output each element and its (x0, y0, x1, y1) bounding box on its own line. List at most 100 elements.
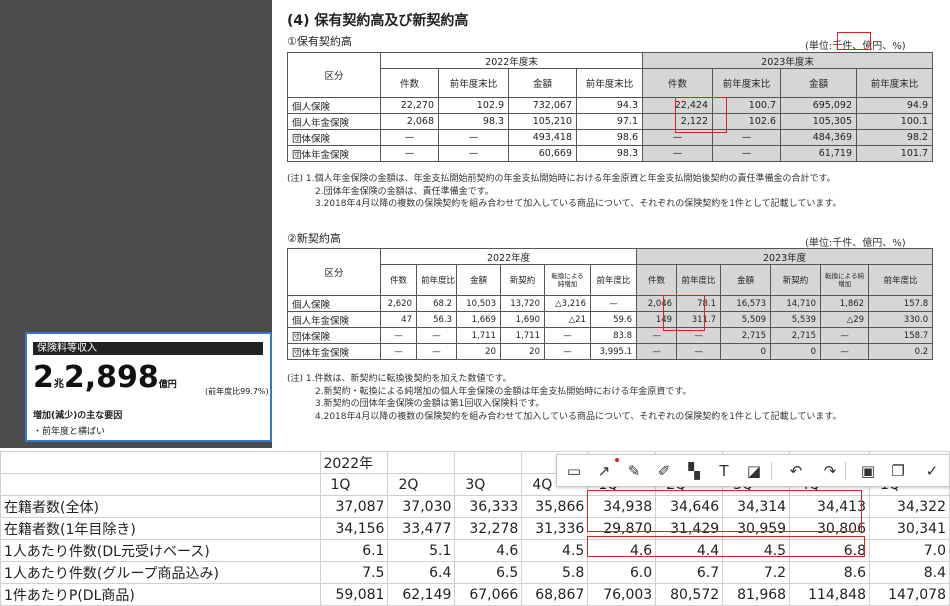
table-cell: 157.8 (868, 295, 934, 312)
value-cell[interactable]: 76,003 (587, 583, 657, 606)
table-cell: — (380, 327, 417, 344)
value-cell[interactable]: 81,968 (722, 583, 791, 606)
table-row: 1人あたり件数(DL元受けベース) 6.1 5.1 4.6 4.5 4.6 4.4 4.5 6.… (0, 539, 950, 562)
sheet-cell[interactable] (387, 451, 456, 474)
value-cell[interactable]: 6.7 (655, 561, 724, 584)
value-cell[interactable]: 34,646 (655, 495, 724, 518)
value-cell[interactable]: 67,066 (454, 583, 523, 606)
table-cell: 56.3 (416, 311, 457, 328)
save-icon[interactable]: ▣ (857, 460, 879, 482)
column-header: 前年度比 (868, 264, 934, 296)
value-cell[interactable]: 32,278 (454, 517, 523, 540)
value-cell[interactable]: 34,413 (789, 495, 870, 518)
sheet-cell[interactable] (454, 451, 523, 474)
value-cell[interactable]: 37,087 (319, 495, 389, 518)
copy-icon[interactable]: ❐ (887, 460, 909, 482)
quarter-cell[interactable]: 1Q (319, 473, 389, 496)
column-header: 件数 (636, 264, 678, 296)
table-cell: 5,509 (720, 311, 772, 328)
row-label-cell[interactable]: 1件あたりP(DL商品) (0, 583, 321, 606)
table-cell: — (636, 343, 678, 360)
value-cell[interactable]: 6.0 (587, 561, 657, 584)
value-cell[interactable]: 33,477 (387, 517, 456, 540)
eraser-icon[interactable]: ◪ (743, 460, 765, 482)
confirm-icon[interactable]: ✓ (921, 460, 943, 482)
table-cell: — (642, 129, 713, 146)
value-cell[interactable]: 59,081 (319, 583, 389, 606)
highlighter-icon[interactable]: ✐ (653, 460, 675, 482)
value-cell[interactable]: 30,806 (789, 517, 870, 540)
ratio-text: (前年度比99.7%) (205, 387, 269, 396)
value-cell[interactable]: 37,030 (387, 495, 456, 518)
value-cell[interactable]: 31,429 (655, 517, 724, 540)
value-cell[interactable]: 147,078 (869, 583, 950, 606)
column-header: 前年度末比 (856, 68, 933, 98)
value-cell[interactable]: 4.6 (454, 539, 523, 562)
value-cell[interactable]: 7.5 (319, 561, 389, 584)
value-cell[interactable]: 34,322 (869, 495, 950, 518)
row-label-cell[interactable]: 1人あたり件数(DL元受けベース) (0, 539, 321, 562)
table-cell: — (380, 343, 417, 360)
toolbar-separator (771, 462, 772, 480)
table-cell: 101.7 (856, 145, 933, 162)
quarter-cell[interactable]: 2Q (387, 473, 456, 496)
value-cell[interactable]: 6.1 (319, 539, 389, 562)
row-header: 区分 (287, 52, 381, 98)
value-cell[interactable]: 4.5 (521, 539, 589, 562)
value-cell[interactable]: 62,149 (387, 583, 456, 606)
value-cell[interactable]: 5.8 (521, 561, 589, 584)
select-rect-icon[interactable]: ▭ (563, 460, 585, 482)
amount-trillion-unit: 兆 (53, 379, 64, 390)
value-cell[interactable]: 34,314 (722, 495, 791, 518)
value-cell[interactable]: 29,870 (587, 517, 657, 540)
value-cell[interactable]: 114,848 (789, 583, 870, 606)
amount-unit: 億円 (158, 380, 177, 390)
value-cell[interactable]: 30,341 (869, 517, 950, 540)
redo-icon[interactable]: ↷ (819, 460, 841, 482)
value-cell[interactable]: 7.0 (869, 539, 950, 562)
value-cell[interactable]: 6.8 (789, 539, 870, 562)
year-cell[interactable]: 2022年 (319, 451, 389, 474)
value-cell[interactable]: 34,938 (587, 495, 657, 518)
value-cell[interactable]: 80,572 (655, 583, 724, 606)
value-cell[interactable]: 68,867 (521, 583, 589, 606)
curve-arrow-icon[interactable]: ↗ (593, 460, 615, 482)
sheet-cell[interactable] (0, 451, 321, 474)
quarter-cell[interactable]: 3Q (454, 473, 523, 496)
value-cell[interactable]: 5.1 (387, 539, 456, 562)
value-cell[interactable]: 4.5 (722, 539, 791, 562)
row-label: 個人保険 (287, 97, 381, 114)
row-label-cell[interactable]: 1人あたり件数(グループ商品込み) (0, 561, 321, 584)
table-cell: 94.3 (576, 97, 643, 114)
table-cell: 22,270 (380, 97, 439, 114)
value-cell[interactable]: 8.4 (869, 561, 950, 584)
row-label-cell[interactable]: 在籍者数(全体) (0, 495, 321, 518)
mosaic-icon[interactable]: ▚ (683, 460, 705, 482)
table-cell: 2,046 (636, 295, 678, 312)
value-cell[interactable]: 31,336 (521, 517, 589, 540)
value-cell[interactable]: 30,959 (722, 517, 791, 540)
table-row: 個人保険 2,620 68.2 10,503 13,720 △3,216—2,046 78.… (287, 295, 934, 312)
note-line: (注) 1.個人年金保険の金額は、年金支払開始前契約の年金支払開始時における年金… (287, 174, 836, 184)
table-cell: 0.2 (868, 343, 934, 360)
value-cell[interactable]: 4.6 (587, 539, 657, 562)
value-cell[interactable]: 4.4 (655, 539, 724, 562)
column-header: 前年度末比 (712, 68, 781, 98)
sheet-cell[interactable] (0, 473, 321, 496)
value-cell[interactable]: 6.5 (454, 561, 523, 584)
undo-icon[interactable]: ↶ (785, 460, 807, 482)
column-header: 前年度比 (416, 264, 457, 296)
value-cell[interactable]: 6.4 (387, 561, 456, 584)
row-label: 個人年金保険 (287, 113, 381, 130)
note-line: 2.新契約・転換による純増加の個人年金保険の金額は年金支払開始時における年金原資… (315, 386, 692, 397)
value-cell[interactable]: 7.2 (722, 561, 791, 584)
text-icon[interactable]: T (713, 460, 735, 482)
value-cell[interactable]: 34,156 (319, 517, 389, 540)
table-cell: — (676, 327, 722, 344)
row-label-cell[interactable]: 在籍者数(1年目除き) (0, 517, 321, 540)
table-cell: — (416, 343, 457, 360)
value-cell[interactable]: 8.6 (789, 561, 870, 584)
value-cell[interactable]: 36,333 (454, 495, 523, 518)
pen-icon[interactable]: ✎ (623, 460, 645, 482)
value-cell[interactable]: 35,866 (521, 495, 589, 518)
